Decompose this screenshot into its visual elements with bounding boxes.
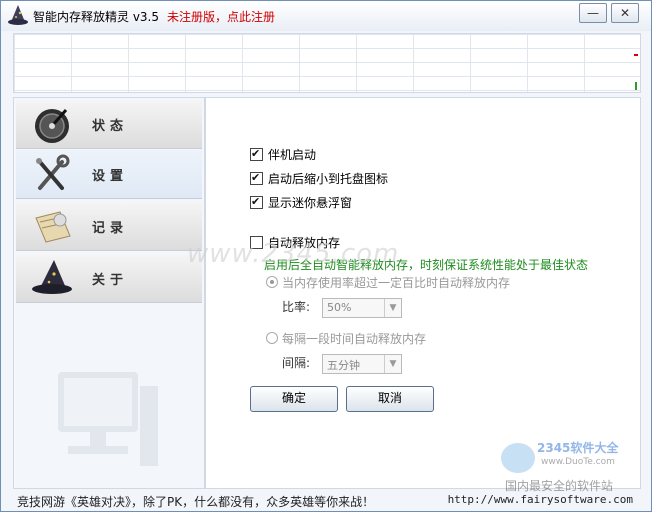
computer-watermark-icon [58, 372, 158, 466]
radio-label: 当内存使用率超过一定百比时自动释放内存 [282, 276, 511, 290]
window-title: 智能内存释放精灵 v3.5 [33, 10, 160, 24]
ad-link[interactable]: 竞技网游《英雄对决》，除了PK，什么都没有，众多英雄等你来战！ [17, 493, 374, 510]
checkbox-label: 显示迷你悬浮窗 [268, 196, 353, 210]
radio-label: 每隔一段时间自动释放内存 [282, 332, 427, 346]
site-watermark: 2345软件大全 www.DuoTe.com 国内最安全的软件站 [501, 437, 641, 497]
sidebar-item-label: 关于 [92, 273, 129, 288]
checkbox-label: 启动后缩小到托盘图标 [268, 172, 389, 186]
records-icon [35, 211, 71, 243]
sidebar-item-about[interactable]: 关于 [16, 254, 202, 303]
radio-button[interactable] [266, 332, 278, 344]
chevron-down-icon[interactable]: ▼ [384, 299, 401, 317]
ratio-label: 比率: [282, 300, 311, 314]
chevron-down-icon[interactable]: ▼ [384, 355, 401, 373]
settings-panel: 伴机启动 启动后缩小到托盘图标 显示迷你悬浮窗 自动释放内存 启用后全自动智能释… [205, 97, 641, 489]
checkbox-box[interactable] [250, 195, 263, 209]
tools-icon [36, 154, 70, 190]
interval-select[interactable]: 五分钟 ▼ [322, 354, 402, 374]
ratio-value: 50% [327, 301, 352, 314]
sidebar: 状态 设置 记录 关于 [13, 97, 205, 489]
interval-value: 五分钟 [327, 359, 360, 372]
cancel-button[interactable]: 取消 [346, 386, 434, 412]
minimize-button[interactable]: — [579, 3, 607, 23]
sidebar-item-settings[interactable]: 设置 [16, 150, 202, 199]
sidebar-item-label: 记录 [92, 221, 129, 236]
mascot-logo-icon [501, 443, 535, 473]
checkbox-box[interactable] [250, 147, 263, 161]
close-button[interactable]: ✕ [611, 3, 639, 23]
minimize-icon: — [587, 6, 599, 20]
ratio-select[interactable]: 50% ▼ [322, 298, 402, 318]
app-window: 智能内存释放精灵 v3.5 未注册版，点此注册 — ✕ 状态 设置 记录 关于 … [0, 0, 652, 512]
graph-green-marker [635, 82, 637, 90]
watermark-brand: 2345软件大全 [537, 441, 619, 455]
center-watermark: www.2345.com [187, 239, 400, 269]
website-link[interactable]: http://www.fairysoftware.com [448, 493, 633, 506]
status-bar: 竞技网游《英雄对决》，除了PK，什么都没有，众多英雄等你来战！ http://w… [13, 491, 639, 509]
watermark-domain: www.DuoTe.com [541, 457, 615, 467]
memory-usage-graph [13, 33, 641, 93]
sidebar-item-label: 设置 [92, 169, 129, 184]
title-bar[interactable]: 智能内存释放精灵 v3.5 未注册版，点此注册 — ✕ [1, 1, 651, 31]
radio-button[interactable] [266, 276, 278, 288]
checkbox-label: 伴机启动 [268, 148, 317, 162]
checkbox-box[interactable] [250, 171, 263, 185]
interval-label: 间隔: [282, 356, 311, 370]
ok-button[interactable]: 确定 [250, 386, 338, 412]
sidebar-item-records[interactable]: 记录 [16, 202, 202, 251]
wizard-app-icon [8, 5, 28, 25]
close-icon: ✕ [619, 6, 631, 20]
graph-red-marker [634, 54, 638, 56]
register-link[interactable]: 未注册版，点此注册 [167, 8, 275, 25]
sidebar-item-status[interactable]: 状态 [16, 100, 202, 149]
gauge-icon [35, 109, 69, 143]
sidebar-item-label: 状态 [92, 119, 129, 134]
wizard-hat-icon [32, 260, 72, 294]
